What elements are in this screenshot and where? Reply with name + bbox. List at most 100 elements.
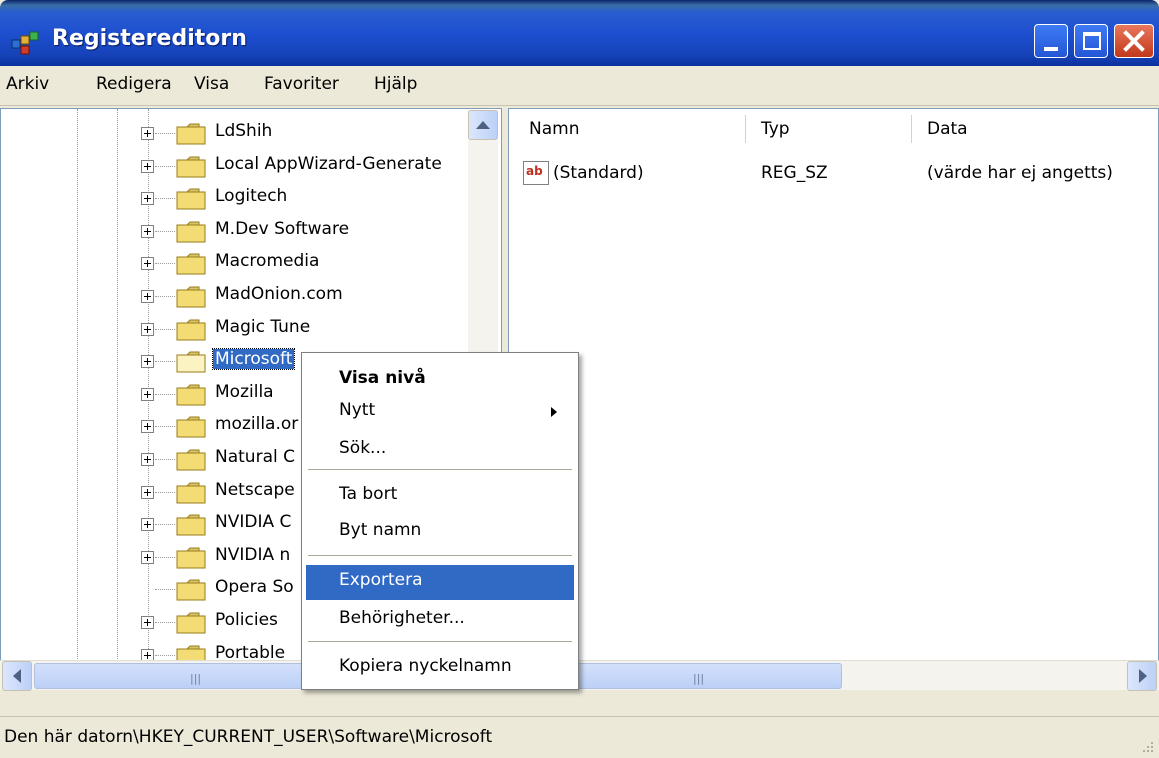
column-header-namn[interactable]: Namn xyxy=(529,119,579,139)
tree-item-label: M.Dev Software xyxy=(215,218,350,239)
tree-item-label: MadOnion.com xyxy=(215,284,343,304)
folder-icon xyxy=(176,514,206,536)
tree-item-label: Microsoft xyxy=(211,348,296,371)
expand-plus-icon[interactable] xyxy=(141,322,154,336)
expand-plus-icon[interactable] xyxy=(141,257,154,271)
column-header-data[interactable]: Data xyxy=(927,119,968,139)
menu-favoriter[interactable]: Favoriter xyxy=(264,74,339,94)
tree-item[interactable]: Local AppWizard-Generate xyxy=(1,150,471,182)
menu-item-label: Nytt xyxy=(339,400,376,420)
tree-item[interactable]: MadOnion.com xyxy=(1,280,471,312)
folder-icon xyxy=(176,612,206,634)
column-divider[interactable] xyxy=(745,115,746,143)
tree-item[interactable]: Logitech xyxy=(1,182,471,214)
list-header: Namn Typ Data xyxy=(509,109,1158,149)
tree-connector xyxy=(155,589,175,591)
tree-item-label: LdShih xyxy=(215,121,273,141)
menu-item-behorigheter[interactable]: Behörigheter... xyxy=(306,603,574,635)
tree-connector xyxy=(155,622,175,623)
grip-icon: ||| xyxy=(693,672,705,685)
chevron-left-icon xyxy=(13,669,21,683)
tree-item-label: Natural C xyxy=(215,447,295,467)
tree-item[interactable]: M.Dev Software xyxy=(1,215,471,247)
menu-item-visa-niva[interactable]: Visa nivå xyxy=(306,363,574,395)
folder-icon xyxy=(176,221,206,243)
tree-connector xyxy=(155,133,175,134)
table-row[interactable]: ab (Standard) REG_SZ (värde har ej anget… xyxy=(509,149,1158,185)
expand-plus-icon[interactable] xyxy=(141,550,154,564)
values-horizontal-scrollbar[interactable]: ||| xyxy=(510,660,1159,691)
expand-plus-icon[interactable] xyxy=(141,290,154,303)
menu-item-label: Behörigheter... xyxy=(339,608,465,628)
menu-item-exportera[interactable]: Exportera xyxy=(306,565,574,600)
submenu-arrow-icon xyxy=(551,407,557,417)
values-pane[interactable]: Namn Typ Data ab (Standard) REG_SZ (värd… xyxy=(508,108,1159,690)
menu-bar: Arkiv Redigera Visa Favoriter Hjälp xyxy=(0,66,1159,106)
expand-plus-icon[interactable] xyxy=(141,387,154,401)
expand-plus-icon[interactable] xyxy=(141,616,154,629)
menu-redigera[interactable]: Redigera xyxy=(96,74,172,94)
scroll-left-button[interactable] xyxy=(2,661,32,691)
folder-icon xyxy=(176,123,206,145)
folder-icon xyxy=(176,156,206,178)
maximize-icon xyxy=(1083,32,1101,50)
scroll-up-button[interactable] xyxy=(468,110,498,140)
window-title: Registereditorn xyxy=(52,26,247,51)
tree-item-label: Macromedia xyxy=(215,251,320,272)
status-bar: Den här datorn\HKEY_CURRENT_USER\Softwar… xyxy=(0,716,1159,758)
menu-item-label: Sök... xyxy=(339,438,387,458)
tree-connector xyxy=(155,556,175,558)
expand-plus-icon[interactable] xyxy=(141,159,154,173)
column-header-typ[interactable]: Typ xyxy=(761,119,790,139)
menu-hjalp[interactable]: Hjälp xyxy=(374,74,417,94)
tree-item-label: Logitech xyxy=(215,186,288,207)
tree-item[interactable]: LdShih xyxy=(1,117,471,149)
column-divider[interactable] xyxy=(911,115,912,143)
menu-visa[interactable]: Visa xyxy=(194,74,229,94)
folder-icon xyxy=(176,416,206,438)
title-bar[interactable]: Registereditorn xyxy=(0,0,1159,66)
minimize-button[interactable] xyxy=(1034,24,1068,58)
menu-arkiv[interactable]: Arkiv xyxy=(6,74,49,94)
tree-item-label: Opera So xyxy=(215,577,294,598)
menu-item-kopiera-nyckelnamn[interactable]: Kopiera nyckelnamn xyxy=(306,651,574,683)
expand-plus-icon[interactable] xyxy=(141,420,154,434)
status-path: Den här datorn\HKEY_CURRENT_USER\Softwar… xyxy=(4,727,493,747)
tree-connector xyxy=(155,165,175,167)
value-name: (Standard) xyxy=(553,163,644,183)
folder-icon xyxy=(176,482,206,504)
tree-connector xyxy=(155,263,175,265)
tree-item[interactable]: Magic Tune xyxy=(1,313,471,345)
context-menu[interactable]: Visa nivå Nytt Sök... Ta bort Byt namn E… xyxy=(301,352,579,690)
menu-item-ta-bort[interactable]: Ta bort xyxy=(306,479,574,511)
folder-icon xyxy=(176,319,206,341)
menu-item-byt-namn[interactable]: Byt namn xyxy=(306,515,574,547)
resize-grip-icon[interactable] xyxy=(1141,740,1155,754)
tree-connector xyxy=(155,654,175,656)
menu-item-sok[interactable]: Sök... xyxy=(306,433,574,465)
menu-item-label: Ta bort xyxy=(339,484,398,504)
value-type: REG_SZ xyxy=(761,163,828,183)
tree-connector xyxy=(155,491,175,493)
folder-icon xyxy=(176,449,206,471)
menu-item-label: Exportera xyxy=(339,570,423,590)
maximize-button[interactable] xyxy=(1074,24,1108,58)
expand-plus-icon[interactable] xyxy=(141,485,154,499)
menu-item-label: Kopiera nyckelnamn xyxy=(339,656,512,676)
close-icon xyxy=(1123,30,1145,52)
expand-plus-icon[interactable] xyxy=(141,224,154,238)
close-button[interactable] xyxy=(1114,24,1154,58)
tree-connector xyxy=(155,524,175,526)
tree-item-label: Policies xyxy=(215,610,278,630)
menu-item-nytt[interactable]: Nytt xyxy=(306,395,574,427)
open-folder-icon xyxy=(176,351,206,373)
tree-item-label: NVIDIA C xyxy=(215,512,292,533)
expand-plus-icon[interactable] xyxy=(141,192,154,206)
expand-plus-icon[interactable] xyxy=(141,355,154,369)
menu-separator xyxy=(308,641,572,642)
expand-plus-icon[interactable] xyxy=(141,127,154,140)
scroll-right-button[interactable] xyxy=(1127,661,1157,691)
expand-plus-icon[interactable] xyxy=(141,453,154,466)
tree-item[interactable]: Macromedia xyxy=(1,247,471,279)
expand-plus-icon[interactable] xyxy=(141,518,154,532)
